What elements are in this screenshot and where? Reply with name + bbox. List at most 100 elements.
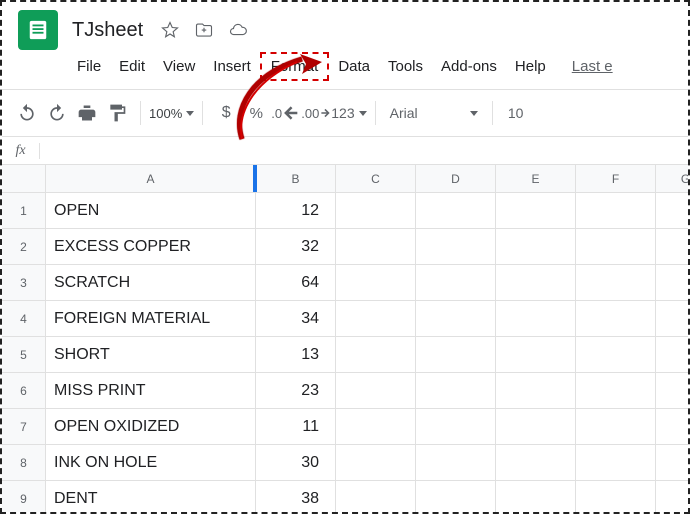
cloud-status-icon[interactable] [227, 19, 249, 41]
row-header[interactable]: 2 [2, 229, 46, 265]
cell[interactable] [656, 337, 690, 373]
menu-edit[interactable]: Edit [110, 54, 154, 79]
cell[interactable] [336, 409, 416, 445]
cell[interactable] [336, 193, 416, 229]
col-header-c[interactable]: C [336, 165, 416, 193]
zoom-select[interactable]: 100% [149, 106, 194, 121]
cell[interactable] [656, 265, 690, 301]
col-header-g[interactable]: G [656, 165, 690, 193]
cell[interactable]: 34 [256, 301, 336, 337]
cell[interactable]: MISS PRINT [46, 373, 256, 409]
cell[interactable] [576, 337, 656, 373]
font-select[interactable]: Arial [384, 105, 484, 121]
cell[interactable] [416, 265, 496, 301]
cell[interactable]: INK ON HOLE [46, 445, 256, 481]
row-header[interactable]: 3 [2, 265, 46, 301]
font-size-input[interactable]: 10 [501, 105, 531, 121]
cell[interactable]: 32 [256, 229, 336, 265]
cell[interactable] [336, 445, 416, 481]
cell[interactable] [496, 193, 576, 229]
cell[interactable]: OPEN OXIDIZED [46, 409, 256, 445]
cell[interactable] [576, 481, 656, 514]
cell[interactable] [336, 373, 416, 409]
menu-view[interactable]: View [154, 54, 204, 79]
menu-tools[interactable]: Tools [379, 54, 432, 79]
move-icon[interactable] [193, 19, 215, 41]
col-header-d[interactable]: D [416, 165, 496, 193]
cell[interactable] [576, 409, 656, 445]
star-icon[interactable] [159, 19, 181, 41]
row-header[interactable]: 7 [2, 409, 46, 445]
paint-format-button[interactable] [102, 98, 132, 128]
menu-help[interactable]: Help [506, 54, 555, 79]
spreadsheet-grid[interactable]: A B C D E F G 1 OPEN 12 2 EXCESS COPPER … [2, 165, 688, 514]
cell[interactable]: DENT [46, 481, 256, 514]
cell[interactable]: 11 [256, 409, 336, 445]
cell[interactable]: EXCESS COPPER [46, 229, 256, 265]
cell[interactable] [416, 373, 496, 409]
cell[interactable]: 64 [256, 265, 336, 301]
cell[interactable] [496, 409, 576, 445]
cell[interactable] [656, 445, 690, 481]
cell[interactable] [416, 445, 496, 481]
cell[interactable] [416, 301, 496, 337]
cell[interactable] [336, 481, 416, 514]
select-all-corner[interactable] [2, 165, 46, 193]
cell[interactable]: OPEN [46, 193, 256, 229]
cell[interactable] [576, 445, 656, 481]
cell[interactable]: SHORT [46, 337, 256, 373]
redo-button[interactable] [42, 98, 72, 128]
cell[interactable]: 12 [256, 193, 336, 229]
cell[interactable]: 13 [256, 337, 336, 373]
cell[interactable] [576, 373, 656, 409]
cell[interactable] [576, 229, 656, 265]
cell[interactable] [336, 265, 416, 301]
cell[interactable] [656, 301, 690, 337]
col-header-f[interactable]: F [576, 165, 656, 193]
cell[interactable]: FOREIGN MATERIAL [46, 301, 256, 337]
cell[interactable] [416, 229, 496, 265]
cell[interactable] [496, 481, 576, 514]
col-header-e[interactable]: E [496, 165, 576, 193]
cell[interactable] [576, 265, 656, 301]
row-header[interactable]: 9 [2, 481, 46, 514]
cell[interactable]: 23 [256, 373, 336, 409]
print-button[interactable] [72, 98, 102, 128]
cell[interactable] [336, 337, 416, 373]
row-header[interactable]: 6 [2, 373, 46, 409]
last-edit-link[interactable]: Last e [563, 54, 622, 79]
cell[interactable] [496, 373, 576, 409]
cell[interactable] [656, 373, 690, 409]
cell[interactable] [656, 193, 690, 229]
row-header[interactable]: 1 [2, 193, 46, 229]
cell[interactable] [576, 301, 656, 337]
undo-button[interactable] [12, 98, 42, 128]
cell[interactable] [416, 481, 496, 514]
currency-button[interactable]: $ [211, 98, 241, 128]
cell[interactable] [656, 229, 690, 265]
cell[interactable] [656, 481, 690, 514]
menu-insert[interactable]: Insert [204, 54, 260, 79]
sheets-logo[interactable] [18, 10, 58, 50]
number-format-select[interactable]: 123 [331, 105, 366, 121]
cell[interactable] [576, 193, 656, 229]
cell[interactable] [496, 229, 576, 265]
row-header[interactable]: 8 [2, 445, 46, 481]
menu-addons[interactable]: Add-ons [432, 54, 506, 79]
col-header-b[interactable]: B [256, 165, 336, 193]
menu-file[interactable]: File [68, 54, 110, 79]
col-header-a[interactable]: A [46, 165, 256, 193]
cell[interactable] [496, 301, 576, 337]
cell[interactable] [336, 301, 416, 337]
cell[interactable]: 38 [256, 481, 336, 514]
increase-decimal-button[interactable]: .00 [301, 98, 331, 128]
cell[interactable]: SCRATCH [46, 265, 256, 301]
cell[interactable] [496, 445, 576, 481]
cell[interactable] [416, 193, 496, 229]
cell[interactable] [496, 337, 576, 373]
decrease-decimal-button[interactable]: .0 [271, 98, 301, 128]
cell[interactable] [336, 229, 416, 265]
cell[interactable] [656, 409, 690, 445]
row-header[interactable]: 4 [2, 301, 46, 337]
menu-data[interactable]: Data [329, 54, 379, 79]
